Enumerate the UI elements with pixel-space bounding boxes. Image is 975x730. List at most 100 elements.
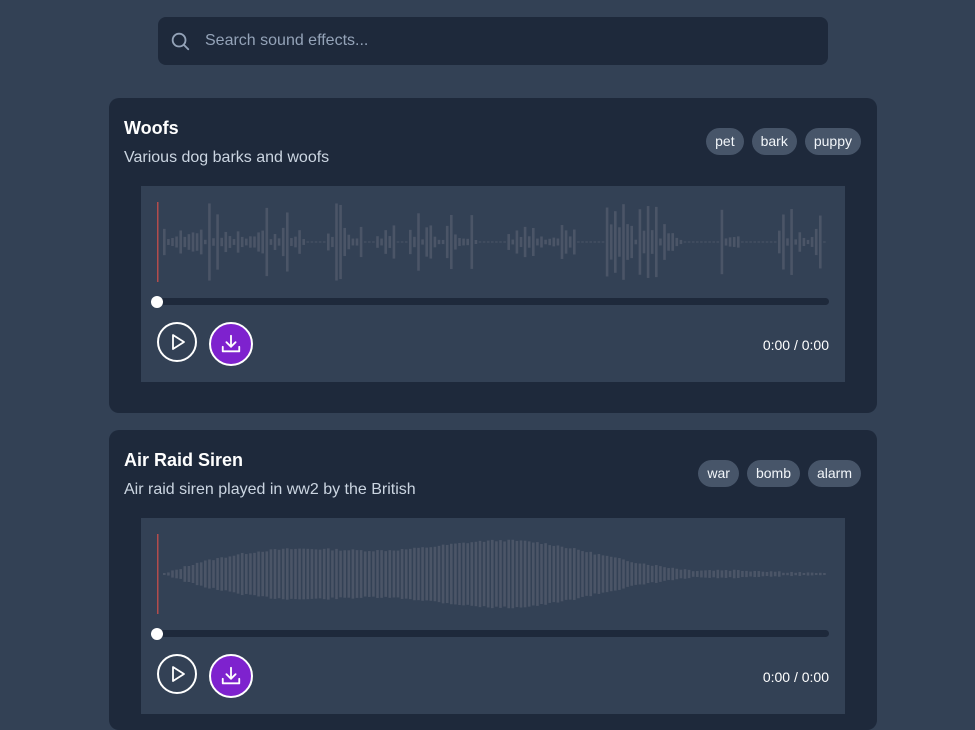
waveform-bar	[261, 230, 264, 254]
waveform-bar	[823, 241, 826, 243]
playhead	[157, 534, 159, 614]
play-button[interactable]	[157, 654, 197, 694]
tag-bark[interactable]: bark	[751, 128, 797, 155]
progress-handle[interactable]	[151, 295, 163, 308]
waveform-bar	[618, 558, 621, 590]
waveform-bar	[277, 549, 281, 599]
playhead	[157, 202, 159, 282]
waveform-bar	[163, 228, 166, 256]
waveform-bar	[269, 239, 273, 245]
waveform-bar	[425, 547, 428, 601]
waveform-bar	[491, 241, 494, 243]
waveform-bar	[372, 241, 375, 243]
waveform-bar	[204, 560, 207, 588]
waveform-bar	[294, 236, 297, 248]
progress-track[interactable]	[151, 627, 829, 640]
waveform-bar	[417, 547, 420, 601]
waveform-bar	[187, 565, 191, 583]
waveform-bar	[540, 543, 543, 605]
waveform-bar	[642, 230, 646, 254]
download-button[interactable]	[209, 654, 253, 698]
waveform-bar	[712, 241, 715, 243]
waveform-bar	[199, 229, 203, 255]
waveform-bar	[335, 548, 338, 600]
waveform-bar	[179, 569, 182, 579]
waveform-bar	[622, 204, 625, 280]
waveform-bar	[466, 238, 469, 246]
waveform-bar	[786, 572, 789, 576]
waveform-bar	[306, 548, 310, 600]
waveform-bar	[757, 241, 761, 243]
play-icon	[172, 334, 185, 350]
waveform-bar	[450, 543, 453, 605]
waveform-bar	[454, 543, 457, 605]
waveform-bar	[372, 551, 375, 597]
waveform-bar	[421, 547, 424, 601]
waveform-bar	[511, 239, 515, 245]
waveform[interactable]	[157, 534, 829, 614]
waveform-bar	[560, 225, 564, 259]
waveform[interactable]	[157, 202, 829, 282]
waveform-bar	[191, 564, 195, 584]
waveform-bar	[347, 234, 351, 250]
waveform-bar	[798, 572, 802, 576]
waveform-bar	[593, 554, 597, 594]
tag-puppy[interactable]: puppy	[804, 128, 861, 155]
waveform-bar	[265, 207, 269, 277]
waveform-bar	[642, 563, 646, 585]
waveform-bar	[745, 570, 748, 578]
tag-bomb[interactable]: bomb	[746, 460, 800, 487]
waveform-bar	[794, 239, 797, 245]
search-input[interactable]	[205, 17, 805, 65]
waveform-bar	[650, 565, 654, 583]
waveform-bar	[737, 236, 740, 248]
waveform-bar	[814, 573, 818, 575]
waveform-bar	[171, 237, 174, 247]
waveform-bar	[253, 552, 256, 596]
waveform-bar	[245, 238, 248, 246]
waveform-bar	[532, 227, 535, 257]
waveform-bar	[708, 570, 711, 578]
waveform-bar	[232, 555, 236, 593]
waveform-bar	[687, 241, 691, 243]
search-bar[interactable]	[158, 17, 828, 65]
waveform-bar	[409, 548, 412, 600]
waveform-bar	[445, 225, 449, 259]
waveform-bar	[359, 550, 363, 598]
waveform-bar	[675, 568, 679, 580]
waveform-bar	[470, 215, 474, 269]
waveform-bar	[396, 550, 400, 598]
waveform-bar	[646, 206, 650, 278]
waveform-bar	[716, 241, 720, 243]
waveform-bar	[782, 572, 785, 576]
waveform-bar	[224, 231, 228, 253]
tag-alarm[interactable]: alarm	[807, 460, 861, 487]
waveform-bar	[187, 234, 191, 250]
waveform-bar	[355, 238, 359, 246]
waveform-bar	[482, 241, 486, 243]
waveform-bar	[659, 238, 662, 246]
waveform-bar	[503, 241, 506, 243]
waveform-bar	[597, 241, 601, 243]
waveform-bar	[302, 548, 305, 600]
waveform-bar	[290, 238, 293, 246]
waveform-bar	[392, 550, 396, 598]
waveform-bar	[171, 570, 174, 578]
play-button[interactable]	[157, 322, 197, 362]
waveform-bar	[261, 551, 264, 597]
waveform-bar	[536, 238, 539, 246]
tag-pet[interactable]: pet	[706, 128, 744, 155]
waveform-bar	[568, 548, 572, 600]
waveform-bar	[601, 241, 605, 243]
tag-war[interactable]: war	[698, 460, 739, 487]
waveform-bar	[605, 207, 609, 277]
waveform-bar	[614, 557, 617, 591]
waveform-bar	[462, 238, 465, 246]
download-button[interactable]	[209, 322, 253, 366]
waveform-bar	[667, 233, 670, 251]
progress-handle[interactable]	[151, 627, 163, 640]
waveform-bar	[540, 236, 543, 248]
waveform-bar	[786, 238, 789, 246]
waveform-bar	[515, 540, 519, 608]
progress-track[interactable]	[151, 295, 829, 308]
